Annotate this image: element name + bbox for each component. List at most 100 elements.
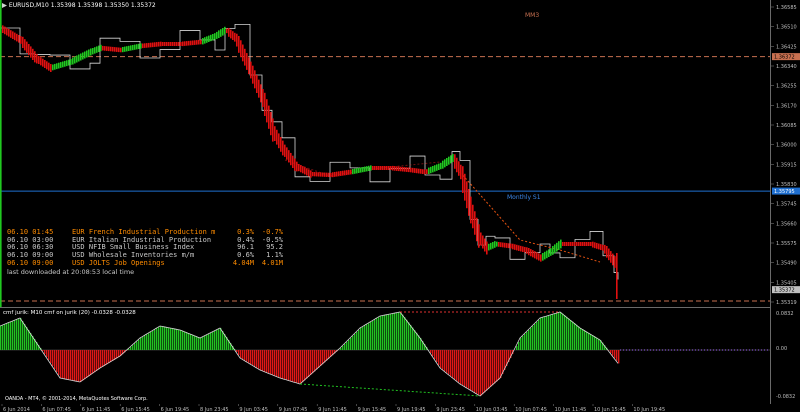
price-tick-label: 1.35405: [776, 280, 797, 286]
ribbon-bar: [180, 42, 182, 46]
ribbon-bar: [194, 40, 196, 45]
divergence-line: [459, 171, 601, 263]
s1-price-tag-label: 1.35795: [774, 189, 795, 195]
ribbon-bar: [602, 244, 604, 251]
ribbon-bar: [580, 242, 582, 246]
histogram-bar: [580, 328, 582, 350]
histogram-bar: [0, 326, 2, 350]
ribbon-bar: [498, 242, 500, 247]
ribbon-bar: [308, 169, 310, 177]
ribbon-bar: [352, 169, 354, 175]
ribbon-bar: [112, 46, 114, 52]
histogram-bar: [206, 335, 208, 350]
ribbon-bar: [550, 248, 552, 256]
ribbon-bar: [152, 42, 154, 48]
monthly-s1-label: Monthly S1: [507, 194, 541, 201]
histogram-bar: [290, 350, 292, 381]
ribbon-bar: [56, 63, 58, 70]
time-tick-label: 10 Jun 19:45: [633, 407, 665, 412]
ribbon-bar: [208, 35, 210, 42]
histogram-bar: [46, 350, 48, 357]
ribbon-bar: [188, 40, 190, 46]
ribbon-bar: [558, 241, 560, 250]
ribbon-bar: [280, 137, 282, 152]
ribbon-bar: [392, 165, 394, 171]
ribbon-bar: [212, 34, 214, 41]
histogram-bar: [132, 345, 134, 350]
histogram-bar: [614, 350, 616, 359]
chart-menu-icon[interactable]: [2, 3, 7, 8]
histogram-bar: [270, 350, 272, 374]
histogram-bar: [320, 350, 322, 366]
ribbon-bar: [610, 251, 612, 263]
ribbon-bar: [584, 242, 586, 246]
histogram-bar: [562, 313, 564, 350]
ribbon-bar: [50, 64, 52, 72]
price-tick-label: 1.36085: [776, 123, 797, 129]
indicator-pane[interactable]: cmf jurik: M10 cmf on jurik (20) -0.0328…: [0, 307, 770, 405]
price-scale[interactable]: 1.36585 1.36510 1.36425 1.36340 1.36255 1.361…: [770, 0, 800, 404]
histogram-bar: [398, 312, 400, 350]
histogram-bar: [388, 314, 390, 350]
ribbon-bar: [88, 49, 90, 57]
time-tick-label: 9 Jun 07:45: [279, 407, 308, 412]
indicator-canvas[interactable]: [0, 308, 770, 405]
histogram-bar: [10, 322, 12, 350]
histogram-bar: [324, 350, 326, 363]
price-tick-label: 1.35745: [776, 202, 797, 208]
ribbon-bar: [482, 235, 484, 249]
histogram-bar: [240, 350, 242, 358]
news-event: USD JOLTS Job Openings: [72, 258, 165, 267]
histogram-bar: [448, 350, 450, 375]
ribbon-bar: [310, 170, 312, 178]
ribbon-bar: [442, 160, 444, 169]
ribbon-bar: [544, 251, 546, 260]
histogram-bar: [30, 333, 32, 350]
ribbon-bar: [318, 172, 320, 177]
ribbon-bar: [490, 242, 492, 250]
ribbon-bar: [0, 0, 2, 307]
price-chart-pane[interactable]: EURUSD,M10 1.35398 1.35398 1.35350 1.353…: [0, 0, 770, 307]
histogram-bar: [58, 350, 60, 375]
ribbon-bar: [192, 40, 194, 46]
ribbon-bar: [592, 241, 594, 248]
histogram-bar: [96, 350, 98, 371]
ribbon-bar: [228, 28, 230, 37]
histogram-bar: [496, 350, 498, 382]
histogram-bar: [212, 332, 214, 350]
time-tick-label: 10 Jun 15:45: [594, 407, 626, 412]
histogram-bar: [238, 350, 240, 355]
histogram-bar: [384, 315, 386, 350]
histogram-bar: [178, 329, 180, 350]
ribbon-bar: [204, 37, 206, 44]
ribbon-bar: [328, 172, 330, 178]
histogram-bar: [26, 327, 28, 350]
ribbon-bar: [494, 241, 496, 248]
ribbon-bar: [214, 33, 216, 40]
histogram-bar: [558, 312, 560, 350]
histogram-bar: [582, 329, 584, 350]
ribbon-bar: [378, 166, 380, 170]
histogram-bar: [4, 324, 6, 350]
histogram-bar: [476, 350, 478, 394]
histogram-bar: [282, 350, 284, 379]
ribbon-bar: [232, 31, 234, 40]
histogram-bar: [296, 350, 298, 383]
ribbon-bar: [206, 36, 208, 43]
ribbon-bar: [414, 168, 416, 173]
histogram-bar: [134, 343, 136, 350]
ribbon-bar: [134, 44, 136, 50]
histogram-bar: [198, 337, 200, 350]
ribbon-bar: [264, 92, 266, 116]
histogram-bar: [444, 350, 446, 372]
time-scale[interactable]: 6 Jun 2014 6 Jun 07:45 6 Jun 11:45 6 Jun 15…: [0, 404, 800, 412]
ribbon-bar: [438, 163, 440, 170]
histogram-bar: [298, 350, 300, 384]
histogram-bar: [22, 321, 24, 350]
histogram-bar: [358, 330, 360, 350]
ribbon-bar: [168, 42, 170, 46]
price-tick-label: 1.36170: [776, 103, 797, 109]
histogram-bar: [294, 350, 296, 383]
histogram-bar: [616, 350, 618, 361]
histogram-bar: [546, 316, 548, 350]
